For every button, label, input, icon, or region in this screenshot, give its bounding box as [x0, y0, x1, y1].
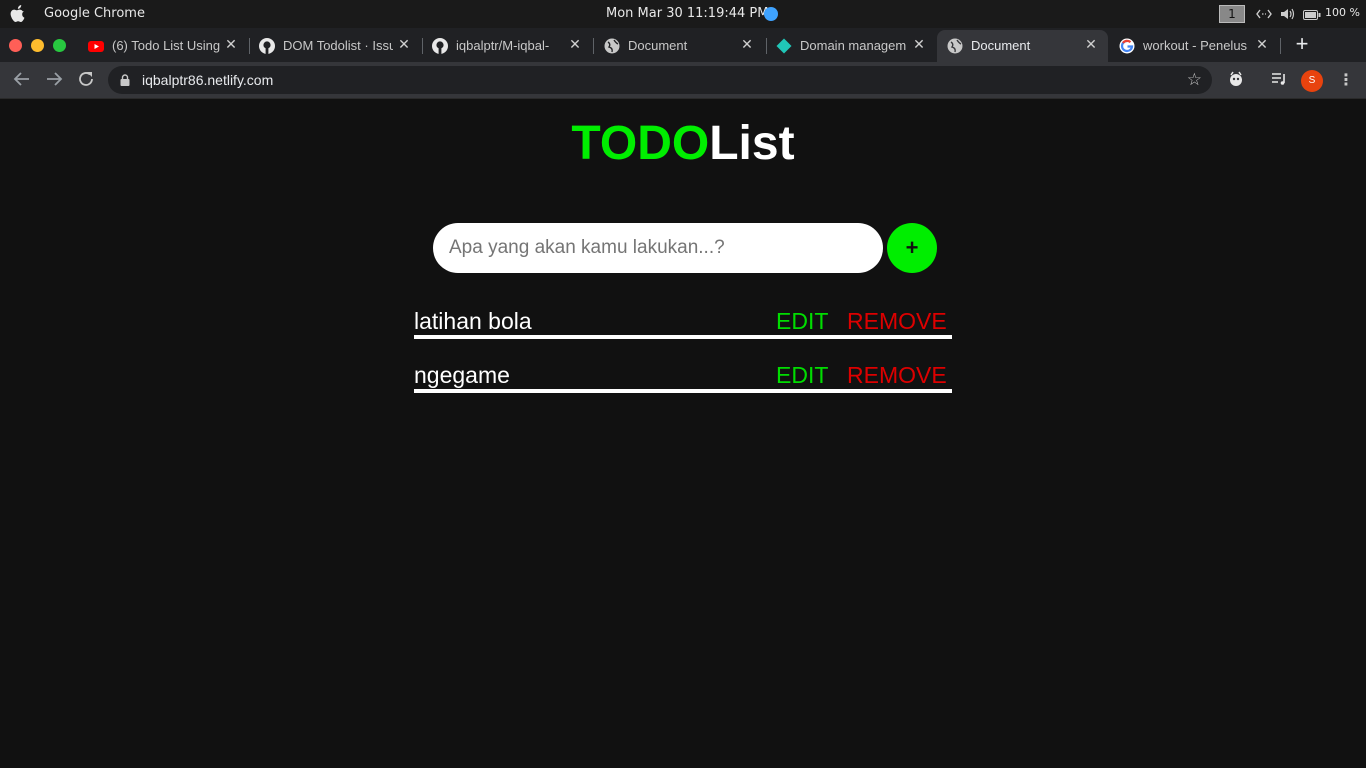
globe-icon: [947, 38, 963, 54]
netlify-icon: [776, 38, 792, 54]
new-tab-button[interactable]: +: [1292, 33, 1312, 55]
profile-avatar[interactable]: S: [1301, 70, 1323, 92]
extension-icon[interactable]: [1228, 71, 1244, 91]
media-queue-icon[interactable]: [1271, 71, 1287, 91]
maximize-window-button[interactable]: [53, 39, 66, 52]
edit-button[interactable]: EDIT: [776, 308, 828, 335]
active-app-name[interactable]: Google Chrome: [44, 6, 145, 21]
close-tab-icon[interactable]: ✕: [1255, 37, 1269, 51]
back-arrow-icon: [13, 72, 29, 86]
title-list: List: [709, 117, 795, 170]
close-tab-icon[interactable]: ✕: [740, 37, 754, 51]
todo-item-text: ngegame: [414, 362, 510, 388]
clock[interactable]: Mon Mar 30 11:19:44 PM: [606, 6, 768, 21]
google-icon: [1119, 38, 1135, 54]
back-button[interactable]: [12, 70, 32, 90]
remove-button[interactable]: REMOVE: [847, 362, 947, 389]
forward-arrow-icon: [47, 72, 63, 86]
tab-strip: (6) Todo List Using ✕ DOM Todolist · Iss…: [0, 28, 1366, 62]
tab-separator: [593, 38, 594, 54]
close-tab-icon[interactable]: ✕: [568, 37, 582, 51]
bookmark-star-icon[interactable]: ☆: [1187, 70, 1202, 90]
remove-button[interactable]: REMOVE: [847, 308, 947, 335]
tab-title: Domain managem: [800, 38, 907, 53]
tab-title: (6) Todo List Using: [112, 38, 221, 53]
page-title: TODOList: [0, 118, 1366, 170]
close-window-button[interactable]: [9, 39, 22, 52]
youtube-icon: [88, 41, 104, 52]
tab-separator: [766, 38, 767, 54]
minimize-window-button[interactable]: [31, 39, 44, 52]
network-icon[interactable]: [1256, 7, 1272, 25]
tab-github-issues[interactable]: DOM Todolist · Issu ✕: [251, 30, 421, 62]
tab-title: Document: [971, 38, 1031, 53]
tab-title: DOM Todolist · Issu: [283, 38, 393, 53]
volume-icon[interactable]: [1280, 7, 1296, 25]
tab-domain-management[interactable]: Domain managem ✕: [768, 30, 936, 62]
todo-item-text: latihan bola: [414, 308, 532, 334]
tab-title: workout - Penelus: [1143, 38, 1248, 53]
todo-list: latihan bola EDIT REMOVE ngegame EDIT RE…: [414, 304, 952, 412]
tab-document-1[interactable]: Document ✕: [596, 30, 764, 62]
browser-menu-icon[interactable]: ⋮: [1338, 70, 1354, 90]
add-todo-button[interactable]: +: [887, 223, 937, 273]
close-tab-icon[interactable]: ✕: [397, 37, 411, 51]
forward-button[interactable]: [44, 70, 64, 90]
tab-google-search[interactable]: workout - Penelus ✕: [1111, 30, 1279, 62]
workspace-indicator[interactable]: 1: [1219, 5, 1245, 23]
item-underline: [414, 335, 952, 339]
close-tab-icon[interactable]: ✕: [1084, 37, 1098, 51]
close-tab-icon[interactable]: ✕: [912, 37, 926, 51]
tab-document-active[interactable]: Document ✕: [937, 30, 1108, 62]
os-menu-bar: Google Chrome Mon Mar 30 11:19:44 PM 1 1…: [0, 0, 1366, 28]
tab-separator: [249, 38, 250, 54]
item-underline: [414, 389, 952, 393]
reload-icon: [79, 72, 93, 86]
url-text[interactable]: iqbalptr86.netlify.com: [142, 72, 273, 88]
todo-input[interactable]: [433, 223, 883, 273]
browser-toolbar: iqbalptr86.netlify.com ☆ S ⋮: [0, 62, 1366, 99]
github-icon: [432, 38, 448, 54]
lock-icon[interactable]: [120, 74, 130, 86]
tab-separator: [422, 38, 423, 54]
edit-button[interactable]: EDIT: [776, 362, 828, 389]
tab-separator: [1280, 38, 1281, 54]
todo-item: ngegame EDIT REMOVE: [414, 358, 952, 412]
page-content: TODOList + latihan bola EDIT REMOVE ngeg…: [0, 100, 1366, 768]
apple-icon[interactable]: [10, 5, 26, 23]
close-tab-icon[interactable]: ✕: [224, 37, 238, 51]
tab-title: iqbalptr/M-iqbal-: [456, 38, 550, 53]
globe-icon: [604, 38, 620, 54]
title-todo: TODO: [571, 117, 710, 170]
tab-github-repo[interactable]: iqbalptr/M-iqbal- ✕: [424, 30, 592, 62]
battery-icon[interactable]: [1303, 9, 1321, 24]
todo-item: latihan bola EDIT REMOVE: [414, 304, 952, 358]
reload-button[interactable]: [76, 70, 96, 90]
github-icon: [259, 38, 275, 54]
tab-title: Document: [628, 38, 688, 53]
tab-youtube[interactable]: (6) Todo List Using ✕: [80, 30, 248, 62]
address-bar[interactable]: iqbalptr86.netlify.com ☆: [108, 66, 1212, 94]
notification-icon[interactable]: [764, 7, 778, 21]
battery-percentage: 100 %: [1325, 6, 1360, 19]
